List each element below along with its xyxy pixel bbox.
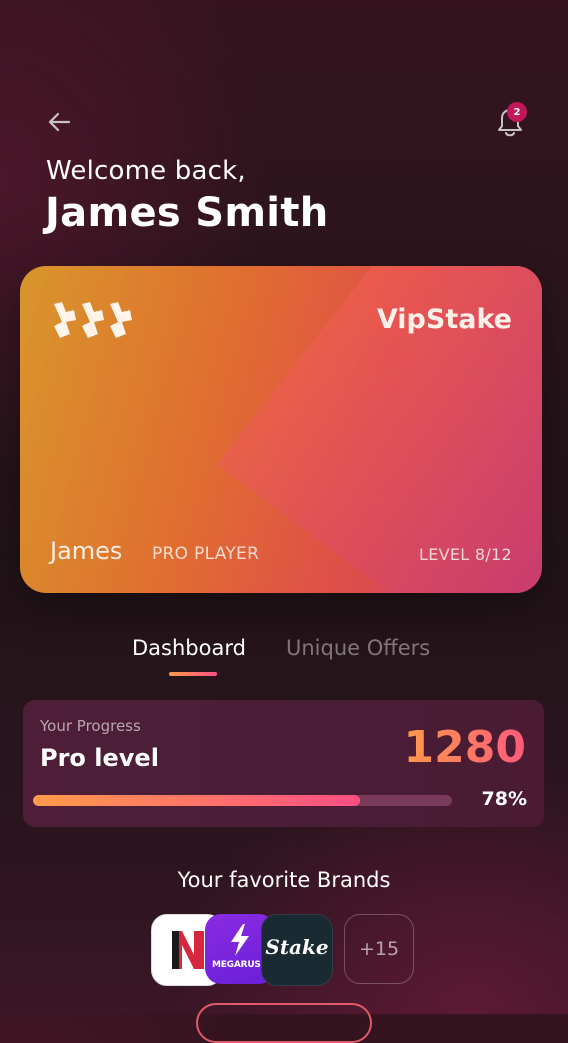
tab-unique-offers[interactable]: Unique Offers: [286, 636, 430, 660]
notifications-button[interactable]: 2: [490, 100, 530, 142]
progress-bar: [33, 795, 452, 806]
card-holder-name: James: [50, 537, 123, 565]
progress-points: 1280: [403, 722, 526, 773]
stake-logo-icon: Stake: [265, 935, 329, 959]
active-tab-indicator: [169, 672, 217, 676]
card-tier: PRO PLAYER: [152, 544, 260, 564]
tab-dashboard[interactable]: Dashboard: [132, 636, 246, 660]
progress-bar-fill: [33, 795, 360, 806]
card-brand-name: VipStake: [376, 304, 512, 335]
progress-label: Your Progress: [40, 717, 141, 735]
card-level: LEVEL 8/12: [418, 545, 512, 564]
brands-title: Your favorite Brands: [177, 868, 391, 892]
bottom-action-button[interactable]: [196, 1003, 372, 1043]
user-name: James Smith: [45, 190, 329, 236]
brand-stake-button[interactable]: Stake: [261, 914, 333, 986]
more-brands-button[interactable]: +15: [344, 914, 414, 984]
arrow-left-icon: [48, 112, 71, 132]
welcome-text: Welcome back,: [46, 156, 246, 186]
back-button[interactable]: [40, 104, 78, 140]
vip-card[interactable]: VipStake James PRO PLAYER LEVEL 8/12: [20, 266, 542, 593]
progress-percent: 78%: [481, 788, 527, 810]
notification-badge: 2: [507, 102, 527, 122]
progress-level-name: Pro level: [40, 744, 159, 772]
progress-card: Your Progress Pro level 1280 78%: [23, 700, 544, 827]
brand-logo-icon: [54, 302, 132, 338]
